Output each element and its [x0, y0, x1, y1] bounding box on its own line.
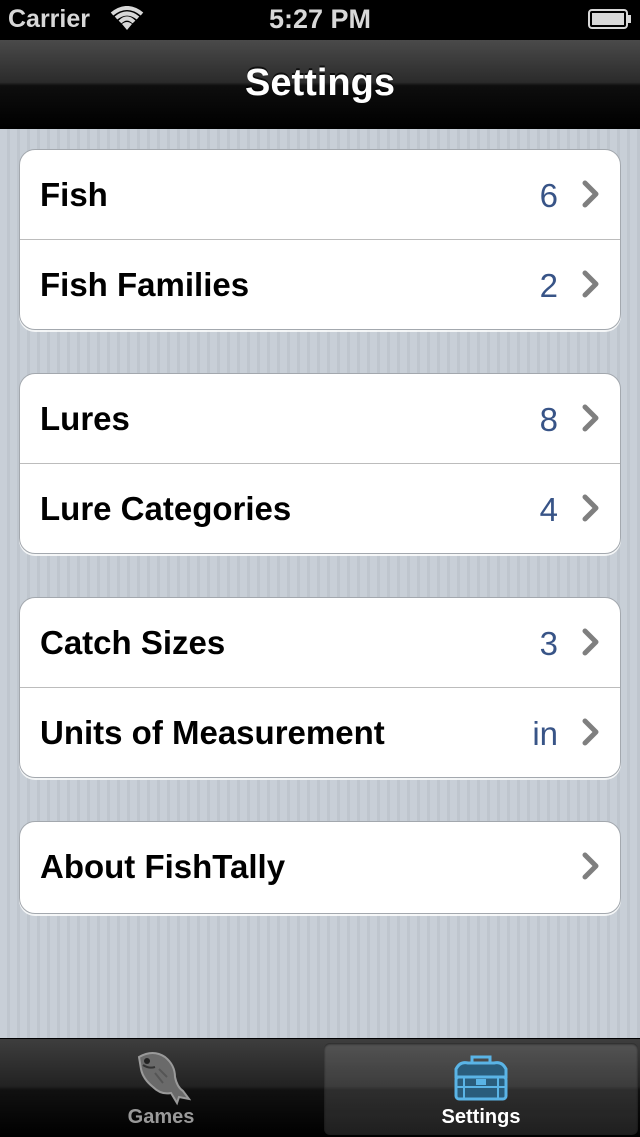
- chevron-right-icon: [582, 180, 599, 208]
- row-value: 4: [539, 491, 558, 528]
- fish-icon: [137, 1052, 191, 1106]
- settings-group-measurement: Catch Sizes 3 Units of Measurement in: [19, 597, 621, 778]
- row-label: Catch Sizes: [40, 624, 226, 661]
- row-value: 6: [539, 177, 558, 214]
- row-label: Units of Measurement: [40, 714, 385, 751]
- settings-row-fish[interactable]: Fish 6: [20, 150, 620, 240]
- row-value: 2: [539, 267, 558, 304]
- tab-bar: Games Settings: [0, 1038, 640, 1137]
- settings-group-lures: Lures 8 Lure Categories 4: [19, 373, 621, 554]
- settings-row-lures[interactable]: Lures 8: [20, 374, 620, 464]
- tab-games[interactable]: Games: [4, 1043, 318, 1135]
- settings-row-about[interactable]: About FishTally: [20, 822, 620, 913]
- status-bar: Carrier 5:27 PM: [0, 0, 640, 40]
- page-title: Settings: [245, 62, 395, 104]
- chevron-right-icon: [582, 270, 599, 298]
- row-label: About FishTally: [40, 848, 286, 885]
- row-label: Lures: [40, 400, 130, 437]
- navigation-bar: Settings: [0, 40, 640, 129]
- settings-group-fish: Fish 6 Fish Families 2: [19, 149, 621, 330]
- settings-row-units[interactable]: Units of Measurement in: [20, 688, 620, 777]
- row-value: in: [532, 715, 558, 752]
- row-value: 3: [539, 625, 558, 662]
- battery-icon: [588, 9, 631, 29]
- settings-row-fish-families[interactable]: Fish Families 2: [20, 240, 620, 329]
- tab-label: Settings: [441, 1106, 521, 1128]
- settings-row-catch-sizes[interactable]: Catch Sizes 3: [20, 598, 620, 688]
- row-label: Fish: [40, 176, 108, 213]
- chevron-right-icon: [582, 852, 599, 880]
- chevron-right-icon: [582, 494, 599, 522]
- chevron-right-icon: [582, 718, 599, 746]
- row-label: Fish Families: [40, 266, 250, 303]
- settings-row-lure-categories[interactable]: Lure Categories 4: [20, 464, 620, 553]
- status-time: 5:27 PM: [268, 4, 372, 34]
- chevron-right-icon: [582, 404, 599, 432]
- tackle-box-icon: [454, 1055, 508, 1101]
- tab-settings[interactable]: Settings: [324, 1043, 638, 1135]
- tab-label: Games: [127, 1106, 195, 1128]
- row-label: Lure Categories: [40, 490, 292, 527]
- row-value: 8: [539, 401, 558, 438]
- chevron-right-icon: [582, 628, 599, 656]
- settings-list[interactable]: Fish 6 Fish Families 2 Lures 8 Lure Cate…: [0, 129, 640, 1038]
- settings-group-about: About FishTally: [19, 821, 621, 914]
